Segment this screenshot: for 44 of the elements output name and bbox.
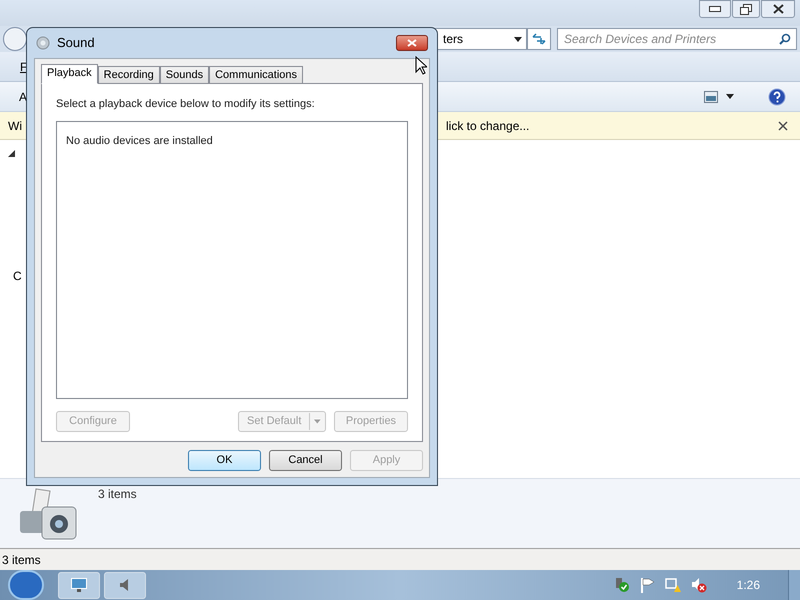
taskbar-button[interactable] [58, 572, 100, 598]
empty-message: No audio devices are installed [66, 135, 213, 147]
taskbar-button[interactable] [104, 572, 146, 598]
info-text: Wi [8, 118, 22, 134]
dropdown-icon[interactable] [726, 94, 734, 99]
tab[interactable]: Recording [98, 66, 160, 82]
start-button[interactable] [8, 570, 44, 600]
caret-icon [314, 419, 321, 424]
close-icon [407, 38, 417, 47]
dialog-button[interactable]: OK [188, 450, 261, 471]
item-count: 3 items [98, 486, 137, 503]
search-icon[interactable] [779, 33, 791, 45]
restore-button[interactable] [732, 0, 760, 18]
close-button[interactable] [761, 0, 795, 18]
close-button[interactable] [396, 34, 428, 51]
expand-icon[interactable] [8, 150, 15, 157]
dropdown-icon [514, 36, 522, 42]
help-icon[interactable] [768, 88, 786, 106]
refresh-icon [532, 33, 546, 45]
dialog-title: Sound [57, 34, 95, 52]
tab[interactable]: Sounds [160, 66, 210, 82]
refresh-button[interactable] [527, 28, 551, 50]
dialog-button[interactable]: Cancel [269, 450, 342, 471]
minimize-icon [709, 6, 721, 12]
back-button[interactable] [3, 27, 27, 51]
mouse-cursor-icon [415, 56, 427, 75]
info-text: lick to change... [446, 118, 530, 134]
group-label: C [13, 268, 23, 285]
tab[interactable]: Communications [209, 66, 304, 82]
speaker-muted-icon[interactable] [690, 577, 707, 593]
view-icon[interactable] [704, 90, 718, 102]
instruction-text: Select a playback device below to modify its settings: [56, 96, 316, 112]
device-list[interactable]: No audio devices are installed [56, 121, 408, 399]
status-text: 3 items [2, 552, 41, 568]
search-field[interactable]: Search Devices and Printers [557, 28, 797, 50]
shield-check-icon[interactable] [614, 577, 630, 593]
network-warning-icon[interactable] [664, 577, 681, 593]
flag-icon[interactable] [640, 577, 655, 593]
devices-icon [71, 578, 87, 592]
minimize-button[interactable] [699, 0, 731, 18]
close-icon[interactable] [778, 120, 788, 130]
close-icon [772, 4, 784, 14]
tab[interactable]: Playback [41, 64, 98, 84]
restore-icon [740, 4, 752, 14]
